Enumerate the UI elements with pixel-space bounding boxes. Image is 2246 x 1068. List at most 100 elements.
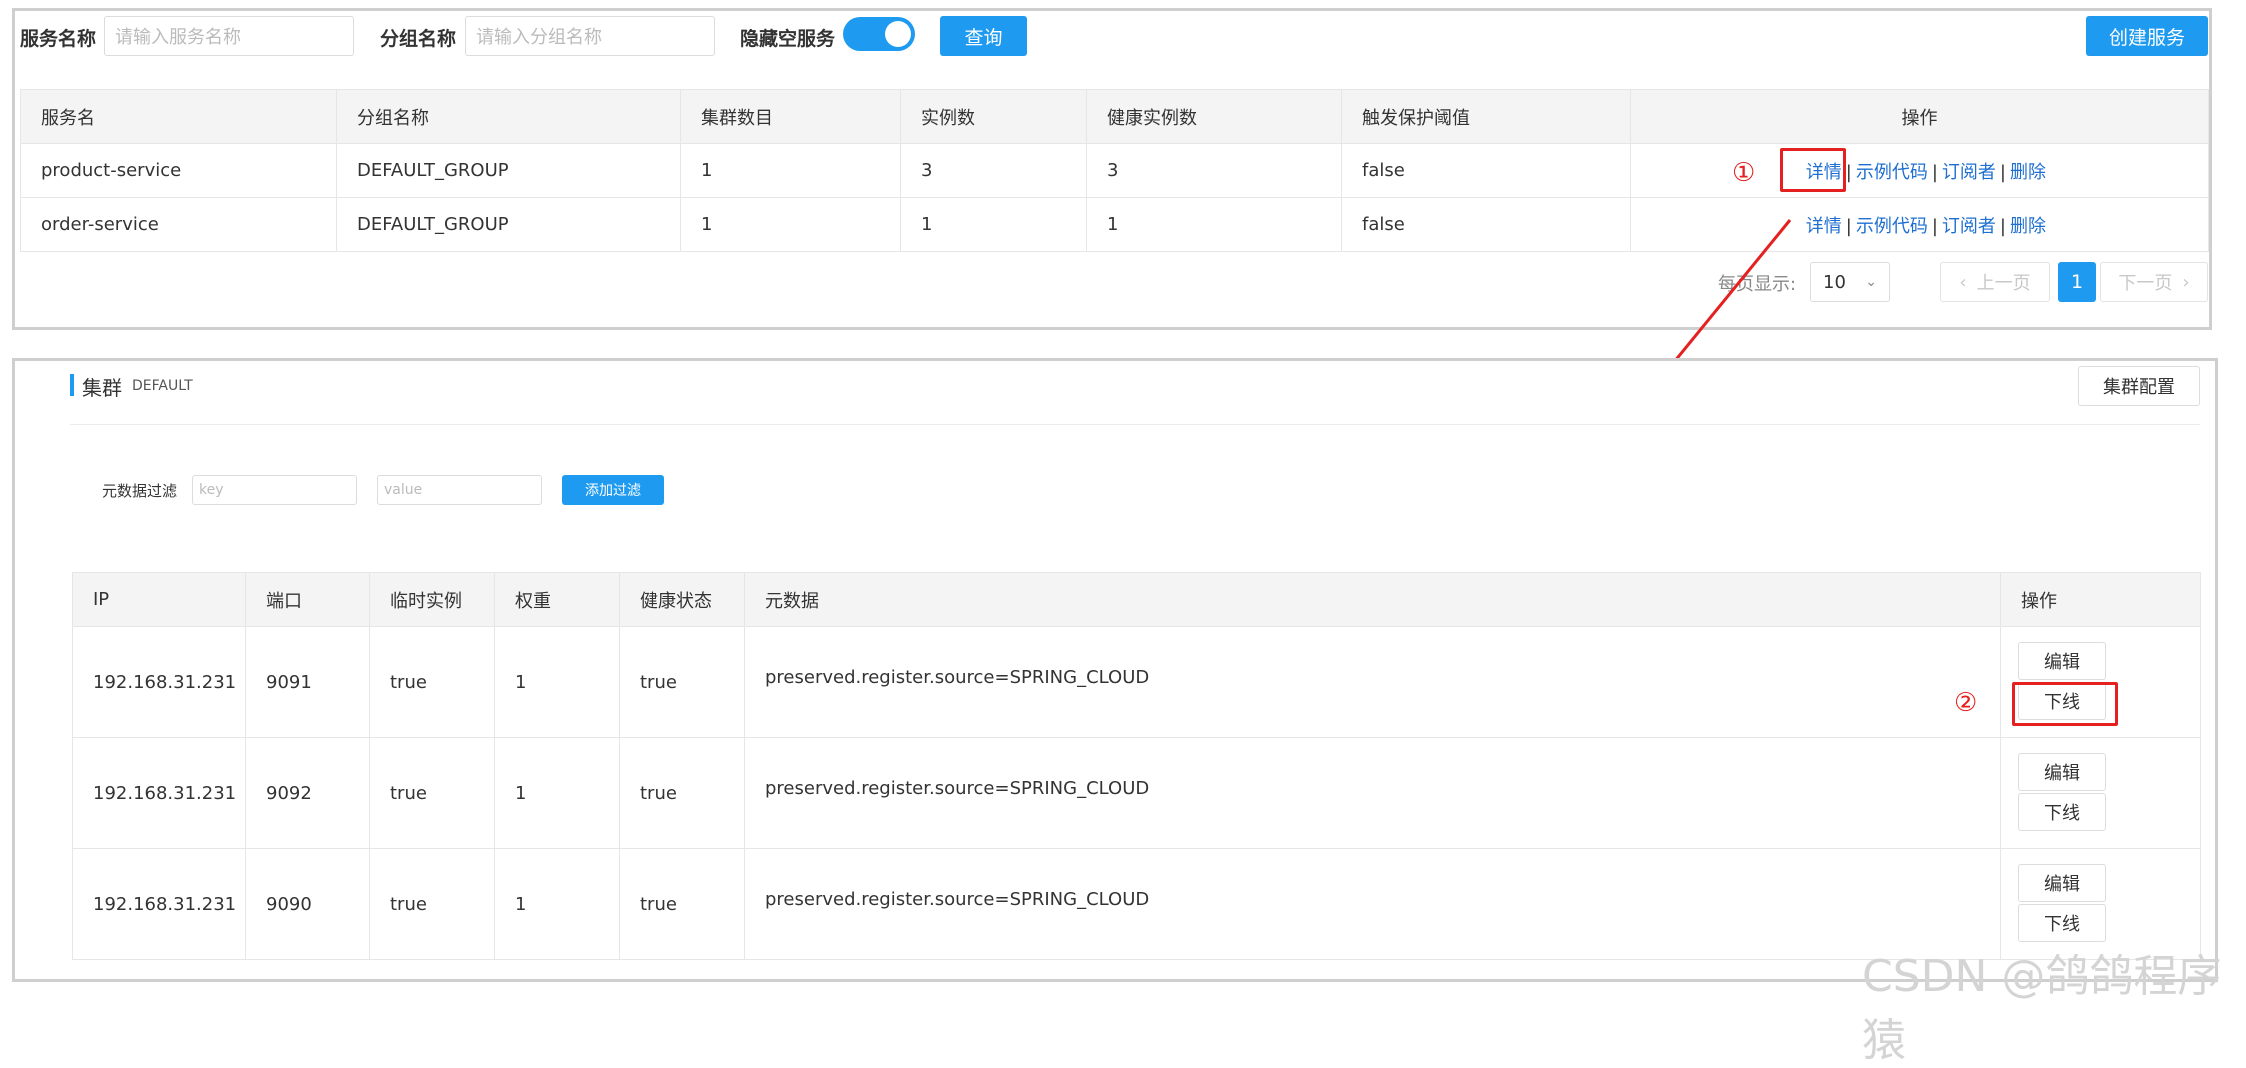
col-instance-count: 实例数 — [900, 89, 1087, 144]
cluster-name: DEFAULT — [132, 378, 193, 394]
col-port: 端口 — [245, 572, 370, 627]
offline-highlight-box — [2012, 682, 2118, 726]
col-weight: 权重 — [494, 572, 620, 627]
query-button[interactable]: 查询 — [940, 16, 1027, 56]
page-size-value: 10 — [1823, 271, 1846, 293]
cell-ip: 192.168.31.231 — [72, 626, 246, 738]
cell-actions: 详情 | 示例代码 | 订阅者 | 删除 — [1630, 143, 2209, 198]
chevron-left-icon: ‹ — [1959, 271, 1967, 293]
cell-port: 9090 — [245, 848, 370, 960]
cell-ip: 192.168.31.231 — [72, 737, 246, 849]
sample-code-link[interactable]: 示例代码 — [1856, 216, 1928, 237]
delete-link[interactable]: 删除 — [2010, 162, 2046, 183]
edit-button[interactable]: 编辑 — [2018, 642, 2106, 680]
col-ip: IP — [72, 572, 246, 627]
cell-ephemeral: true — [369, 848, 495, 960]
cluster-title-bar — [70, 374, 74, 396]
cell-clusters: 1 — [680, 197, 901, 252]
cell-instances: 3 — [900, 143, 1087, 198]
offline-button[interactable]: 下线 — [2018, 793, 2106, 831]
cell-weight: 1 — [494, 848, 620, 960]
chevron-down-icon: ⌄ — [1865, 274, 1877, 290]
cluster-header-divider — [70, 424, 2200, 425]
cell-ephemeral: true — [369, 626, 495, 738]
col-ephemeral: 临时实例 — [369, 572, 495, 627]
next-page-button[interactable]: 下一页 › — [2100, 262, 2208, 302]
cell-healthy: 1 — [1086, 197, 1342, 252]
subscriber-link[interactable]: 订阅者 — [1942, 216, 1996, 237]
group-name-input[interactable]: 请输入分组名称 — [465, 16, 715, 56]
group-name-label: 分组名称 — [380, 28, 457, 50]
cell-port: 9092 — [245, 737, 370, 849]
sample-code-link[interactable]: 示例代码 — [1856, 162, 1928, 183]
next-page-label: 下一页 — [2118, 273, 2173, 294]
subscriber-link[interactable]: 订阅者 — [1942, 162, 1996, 183]
action-separator: | — [1931, 161, 1938, 183]
hide-empty-label: 隐藏空服务 — [740, 28, 836, 50]
cell-metadata: preserved.register.source=SPRING_CLOUD — [744, 626, 2001, 738]
table-row: product-service DEFAULT_GROUP 1 3 3 fals… — [20, 143, 2209, 198]
cell-service-name: product-service — [20, 143, 337, 198]
cluster-title: 集群 — [82, 376, 122, 400]
action-separator: | — [1999, 161, 2006, 183]
cell-group: DEFAULT_GROUP — [336, 143, 681, 198]
col-protect-threshold: 触发保护阈值 — [1341, 89, 1631, 144]
col-cluster-count: 集群数目 — [680, 89, 901, 144]
service-table: 服务名 分组名称 集群数目 实例数 健康实例数 触发保护阈值 操作 produc… — [20, 89, 2209, 252]
cell-instances: 1 — [900, 197, 1087, 252]
metadata-key-input[interactable]: key — [192, 475, 357, 505]
page-size-select[interactable]: 10 ⌄ — [1810, 262, 1890, 302]
cell-threshold: false — [1341, 143, 1631, 198]
table-row: 192.168.31.231 9091 true 1 true preserve… — [72, 626, 2201, 738]
cell-port: 9091 — [245, 626, 370, 738]
service-name-label: 服务名称 — [20, 28, 97, 50]
cell-ip: 192.168.31.231 — [72, 848, 246, 960]
col-healthy-count: 健康实例数 — [1086, 89, 1342, 144]
step-2-marker: ② — [1954, 688, 1978, 718]
delete-link[interactable]: 删除 — [2010, 216, 2046, 237]
edit-button[interactable]: 编辑 — [2018, 753, 2106, 791]
cell-healthy: 3 — [1086, 143, 1342, 198]
col-instance-actions: 操作 — [2000, 572, 2201, 627]
cell-weight: 1 — [494, 626, 620, 738]
service-name-input[interactable]: 请输入服务名称 — [104, 16, 354, 56]
col-health: 健康状态 — [619, 572, 745, 627]
toggle-knob — [885, 21, 911, 47]
col-group-name: 分组名称 — [336, 89, 681, 144]
create-service-button[interactable]: 创建服务 — [2086, 16, 2208, 56]
csdn-watermark: CSDN @鸽鸽程序猿 — [1862, 951, 2222, 1066]
current-page-button[interactable]: 1 — [2058, 262, 2096, 302]
instance-table: IP 端口 临时实例 权重 健康状态 元数据 操作 192.168.31.231… — [72, 572, 2201, 960]
table-row: 192.168.31.231 9092 true 1 true preserve… — [72, 737, 2201, 849]
prev-page-button[interactable]: ‹ 上一页 — [1940, 262, 2050, 302]
detail-highlight-box — [1780, 148, 1846, 192]
action-separator: | — [1999, 215, 2006, 237]
service-table-header: 服务名 分组名称 集群数目 实例数 健康实例数 触发保护阈值 操作 — [20, 89, 2209, 144]
cell-metadata: preserved.register.source=SPRING_CLOUD — [744, 737, 2001, 849]
col-actions: 操作 — [1630, 89, 2209, 144]
cell-service-name: order-service — [20, 197, 337, 252]
cell-health: true — [619, 737, 745, 849]
chevron-right-icon: › — [2182, 271, 2190, 293]
cell-health: true — [619, 626, 745, 738]
cell-metadata: preserved.register.source=SPRING_CLOUD — [744, 848, 2001, 960]
cell-health: true — [619, 848, 745, 960]
hide-empty-toggle[interactable] — [843, 17, 915, 51]
offline-button[interactable]: 下线 — [2018, 904, 2106, 942]
col-service-name: 服务名 — [20, 89, 337, 144]
cell-clusters: 1 — [680, 143, 901, 198]
instance-table-header: IP 端口 临时实例 权重 健康状态 元数据 操作 — [72, 572, 2201, 627]
cluster-config-button[interactable]: 集群配置 — [2078, 366, 2200, 406]
col-metadata: 元数据 — [744, 572, 2001, 627]
metadata-value-input[interactable]: value — [377, 475, 542, 505]
edit-button[interactable]: 编辑 — [2018, 864, 2106, 902]
add-filter-button[interactable]: 添加过滤 — [562, 475, 664, 505]
table-row: order-service DEFAULT_GROUP 1 1 1 false … — [20, 197, 2209, 252]
step-1-marker: ① — [1732, 158, 1756, 188]
prev-page-label: 上一页 — [1976, 273, 2031, 294]
cell-weight: 1 — [494, 737, 620, 849]
action-separator: | — [1845, 215, 1852, 237]
action-separator: | — [1931, 215, 1938, 237]
metadata-filter-label: 元数据过滤 — [102, 482, 178, 500]
cell-group: DEFAULT_GROUP — [336, 197, 681, 252]
